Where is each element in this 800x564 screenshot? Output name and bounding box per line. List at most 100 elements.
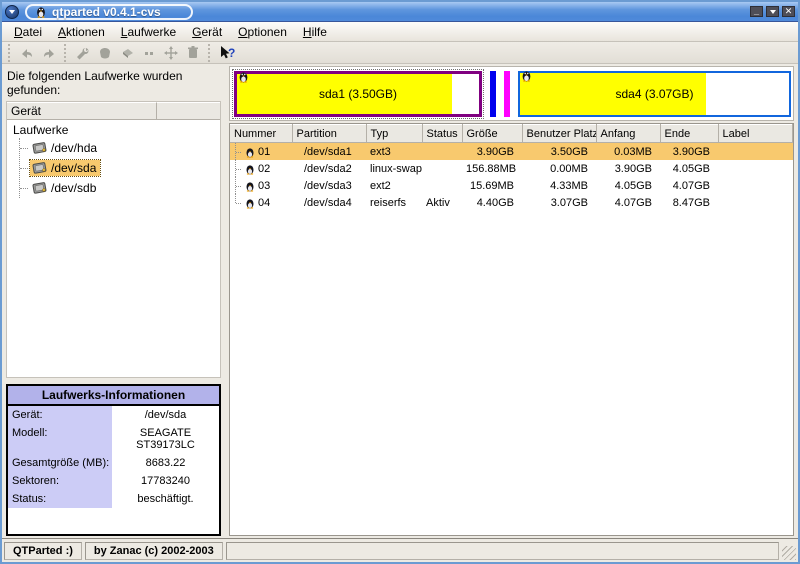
table-header-row: Nummer Partition Typ Status Größe Benutz… bbox=[230, 125, 793, 143]
partition-size: 156.88MB bbox=[462, 160, 522, 177]
shade-button[interactable] bbox=[766, 6, 779, 17]
partition-size: 4.40GB bbox=[462, 194, 522, 211]
partition-panel: sda1 (3.50GB) sda4 (3.07GB) bbox=[229, 66, 794, 536]
partition-bar-sda4[interactable]: sda4 (3.07GB) bbox=[518, 71, 791, 117]
partition-start: 3.90GB bbox=[596, 160, 660, 177]
col-label[interactable]: Label bbox=[718, 125, 793, 143]
partition-table-wrap: Nummer Partition Typ Status Größe Benutz… bbox=[229, 123, 794, 536]
info-label: Modell: bbox=[8, 424, 112, 454]
col-groesse[interactable]: Größe bbox=[462, 125, 522, 143]
device-item-hda[interactable]: /dev/hda bbox=[30, 140, 101, 156]
main-area: Die folgenden Laufwerke wurden gefunden:… bbox=[2, 64, 798, 538]
title-pill: qtparted v0.4.1-cvs bbox=[25, 4, 193, 20]
partition-name: /dev/sda4 bbox=[292, 194, 366, 211]
info-label: Status: bbox=[8, 490, 112, 508]
menu-optionen[interactable]: Optionen bbox=[230, 23, 295, 41]
tree-branch bbox=[230, 194, 242, 211]
move-button[interactable] bbox=[160, 43, 182, 63]
minimize-button[interactable]: _ bbox=[750, 6, 763, 17]
properties-button[interactable] bbox=[72, 43, 94, 63]
svg-text:?: ? bbox=[228, 46, 235, 60]
help-cursor-icon: ? bbox=[218, 45, 236, 61]
menu-geraet[interactable]: Gerät bbox=[184, 23, 230, 41]
partition-name: /dev/sda1 bbox=[292, 143, 366, 161]
col-nummer[interactable]: Nummer bbox=[230, 125, 292, 143]
partition-bar-label: sda4 (3.07GB) bbox=[615, 87, 693, 101]
table-row[interactable]: 02 /dev/sda2 linux-swap 156.88MB 0.00MB … bbox=[230, 160, 793, 177]
tree-header-blank[interactable] bbox=[157, 102, 220, 120]
tree-branch bbox=[230, 160, 242, 177]
device-label: /dev/hda bbox=[51, 141, 97, 155]
app-icon bbox=[35, 5, 47, 18]
undo-button[interactable] bbox=[16, 43, 38, 63]
titlebar[interactable]: qtparted v0.4.1-cvs _ ✕ bbox=[2, 2, 798, 22]
toolbar: ? bbox=[2, 42, 798, 64]
table-row[interactable]: 01 /dev/sda1 ext3 3.90GB 3.50GB 0.03MB 3… bbox=[230, 143, 793, 161]
format-button[interactable] bbox=[116, 43, 138, 63]
partition-start: 4.05GB bbox=[596, 177, 660, 194]
partition-bar-sda1-selection: sda1 (3.50GB) bbox=[232, 69, 484, 119]
menu-datei[interactable]: Datei bbox=[6, 23, 50, 41]
create-partition-button[interactable] bbox=[94, 43, 116, 63]
table-row[interactable]: 03 /dev/sda3 ext2 15.69MB 4.33MB 4.05GB … bbox=[230, 177, 793, 194]
device-item-sda-selected[interactable]: /dev/sda bbox=[30, 160, 100, 176]
partition-label bbox=[718, 177, 793, 194]
whats-this-button[interactable]: ? bbox=[216, 43, 238, 63]
col-anfang[interactable]: Anfang bbox=[596, 125, 660, 143]
redo-button[interactable] bbox=[38, 43, 60, 63]
tree-branch bbox=[230, 177, 242, 194]
partition-bar-sda2[interactable] bbox=[490, 71, 496, 117]
menu-laufwerke[interactable]: Laufwerke bbox=[113, 23, 184, 41]
partition-used: 3.50GB bbox=[522, 143, 596, 161]
resize-grip[interactable] bbox=[782, 546, 796, 560]
menu-hilfe[interactable]: Hilfe bbox=[295, 23, 335, 41]
partition-used: 3.07GB bbox=[522, 194, 596, 211]
col-ende[interactable]: Ende bbox=[660, 125, 718, 143]
info-row-modell: Modell: SEAGATE ST39173LC bbox=[8, 424, 219, 454]
toolbar-handle[interactable] bbox=[8, 44, 12, 62]
statusbar-credit: by Zanac (c) 2002-2003 bbox=[85, 542, 223, 560]
toolbar-separator bbox=[64, 44, 68, 62]
info-label: Sektoren: bbox=[8, 472, 112, 490]
tux-icon bbox=[238, 70, 249, 83]
eraser-icon bbox=[119, 46, 135, 60]
menu-aktionen[interactable]: Aktionen bbox=[50, 23, 113, 41]
partition-start: 4.07GB bbox=[596, 194, 660, 211]
partition-status: Aktiv bbox=[422, 194, 462, 211]
wrench-icon bbox=[75, 46, 91, 60]
device-item-sdb[interactable]: /dev/sdb bbox=[30, 180, 100, 196]
partition-size: 15.69MB bbox=[462, 177, 522, 194]
device-row-hda[interactable]: /dev/hda bbox=[20, 138, 220, 158]
resize-dots-icon bbox=[141, 46, 157, 60]
partition-bar-label: sda1 (3.50GB) bbox=[319, 87, 397, 101]
statusbar-filler bbox=[226, 542, 779, 560]
col-partition[interactable]: Partition bbox=[292, 125, 366, 143]
table-row[interactable]: 04 /dev/sda4 reiserfs Aktiv 4.40GB 3.07G… bbox=[230, 194, 793, 211]
col-status[interactable]: Status bbox=[422, 125, 462, 143]
partition-name: /dev/sda3 bbox=[292, 177, 366, 194]
partition-bar-sda3[interactable] bbox=[504, 71, 510, 117]
resize-button[interactable] bbox=[138, 43, 160, 63]
partition-end: 4.07GB bbox=[660, 177, 718, 194]
close-button[interactable]: ✕ bbox=[782, 6, 795, 17]
device-tree-header: Gerät bbox=[7, 102, 220, 120]
tree-root-laufwerke[interactable]: Laufwerke bbox=[11, 122, 220, 138]
tree-branch bbox=[230, 143, 242, 160]
partition-label bbox=[718, 194, 793, 211]
info-value: 17783240 bbox=[112, 472, 219, 490]
device-row-sda[interactable]: /dev/sda bbox=[20, 158, 220, 178]
device-row-sdb[interactable]: /dev/sdb bbox=[20, 178, 220, 198]
col-typ[interactable]: Typ bbox=[366, 125, 422, 143]
partition-number: 03 bbox=[258, 180, 270, 192]
partition-end: 8.47GB bbox=[660, 194, 718, 211]
tux-icon bbox=[245, 163, 255, 175]
info-label: Gerät: bbox=[8, 406, 112, 424]
col-benutzer-platz[interactable]: Benutzer Platz bbox=[522, 125, 596, 143]
window-menu-button[interactable] bbox=[5, 5, 19, 19]
delete-button[interactable] bbox=[182, 43, 204, 63]
partition-bar-sda1[interactable]: sda1 (3.50GB) bbox=[234, 71, 482, 117]
window-title: qtparted v0.4.1-cvs bbox=[52, 5, 161, 19]
tree-header-geraet[interactable]: Gerät bbox=[7, 102, 157, 120]
partition-used: 4.33MB bbox=[522, 177, 596, 194]
partition-type: linux-swap bbox=[366, 160, 422, 177]
